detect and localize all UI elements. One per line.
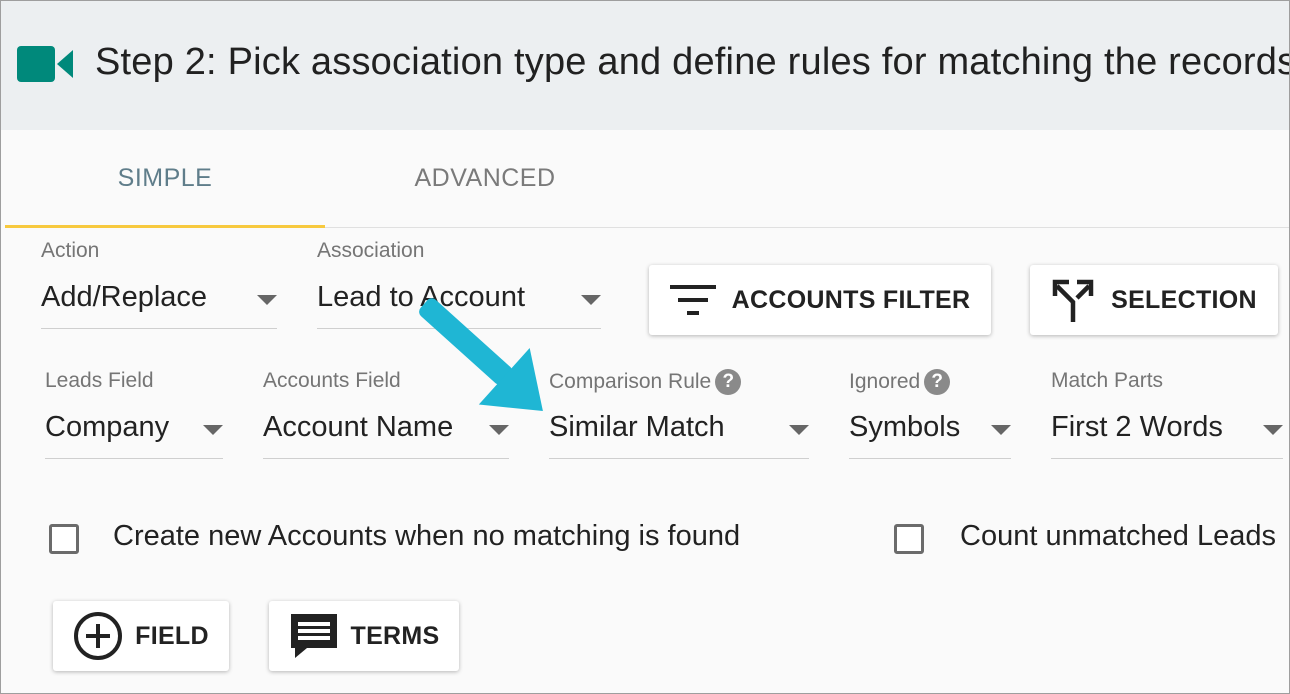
accounts-filter-label: ACCOUNTS FILTER bbox=[731, 285, 971, 314]
action-select[interactable]: Add/Replace bbox=[41, 273, 277, 329]
leads-field-label: Leads Field bbox=[45, 369, 154, 392]
match-parts-select[interactable]: First 2 Words bbox=[1051, 403, 1283, 459]
filter-icon bbox=[669, 285, 716, 315]
association-label: Association bbox=[317, 239, 425, 262]
accounts-field-value: Account Name bbox=[263, 411, 454, 443]
association-select[interactable]: Lead to Account bbox=[317, 273, 601, 329]
window-frame: Step 2: Pick association type and define… bbox=[0, 0, 1290, 694]
terms-label: TERMS bbox=[350, 621, 440, 650]
count-unmatched-checkbox[interactable] bbox=[894, 524, 924, 554]
accounts-field-label: Accounts Field bbox=[263, 369, 401, 392]
match-parts-label: Match Parts bbox=[1051, 369, 1164, 392]
tab-simple[interactable]: SIMPLE bbox=[5, 130, 325, 227]
terms-button[interactable]: TERMS bbox=[269, 601, 459, 671]
add-circle-icon bbox=[74, 612, 123, 660]
tab-advanced[interactable]: ADVANCED bbox=[325, 130, 645, 227]
match-parts-value: First 2 Words bbox=[1051, 411, 1223, 443]
accounts-field-select[interactable]: Account Name bbox=[263, 403, 509, 459]
add-field-button[interactable]: FIELD bbox=[53, 601, 229, 671]
comparison-rule-label-text: Comparison Rule bbox=[549, 370, 712, 393]
selection-label: SELECTION bbox=[1111, 285, 1257, 314]
step-title: Step 2: Pick association type and define… bbox=[95, 41, 1290, 83]
leads-field-select[interactable]: Company bbox=[45, 403, 223, 459]
merge-arrows-icon bbox=[1052, 279, 1094, 322]
step-header: Step 2: Pick association type and define… bbox=[1, 1, 1289, 130]
tab-bar: SIMPLE ADVANCED bbox=[5, 130, 1289, 228]
association-value: Lead to Account bbox=[317, 281, 525, 313]
comparison-rule-select[interactable]: Similar Match bbox=[549, 403, 809, 459]
chevron-down-icon bbox=[489, 425, 509, 435]
chevron-down-icon bbox=[1263, 425, 1283, 435]
leads-field-value: Company bbox=[45, 411, 170, 443]
chevron-down-icon bbox=[789, 425, 809, 435]
chevron-down-icon bbox=[991, 425, 1011, 435]
help-icon[interactable]: ? bbox=[924, 369, 951, 395]
count-unmatched-label: Count unmatched Leads bbox=[960, 520, 1276, 552]
create-new-accounts-label: Create new Accounts when no matching is … bbox=[113, 520, 741, 552]
ignored-label: Ignored ? bbox=[849, 369, 951, 395]
chevron-down-icon bbox=[203, 425, 223, 435]
action-value: Add/Replace bbox=[41, 281, 208, 313]
create-new-accounts-checkbox[interactable] bbox=[49, 524, 79, 554]
ignored-label-text: Ignored bbox=[849, 370, 921, 393]
chevron-down-icon bbox=[257, 295, 277, 305]
comparison-rule-label: Comparison Rule ? bbox=[549, 369, 742, 395]
ignored-value: Symbols bbox=[849, 411, 961, 443]
help-icon[interactable]: ? bbox=[715, 369, 742, 395]
chevron-down-icon bbox=[581, 295, 601, 305]
accounts-filter-button[interactable]: ACCOUNTS FILTER bbox=[649, 265, 991, 335]
active-tab-indicator bbox=[5, 225, 325, 228]
comparison-rule-value: Similar Match bbox=[549, 411, 725, 443]
add-field-label: FIELD bbox=[135, 621, 209, 650]
action-label: Action bbox=[41, 239, 100, 262]
video-camera-icon bbox=[17, 46, 73, 82]
selection-button[interactable]: SELECTION bbox=[1030, 265, 1278, 335]
ignored-select[interactable]: Symbols bbox=[849, 403, 1011, 459]
comment-icon bbox=[290, 614, 337, 658]
